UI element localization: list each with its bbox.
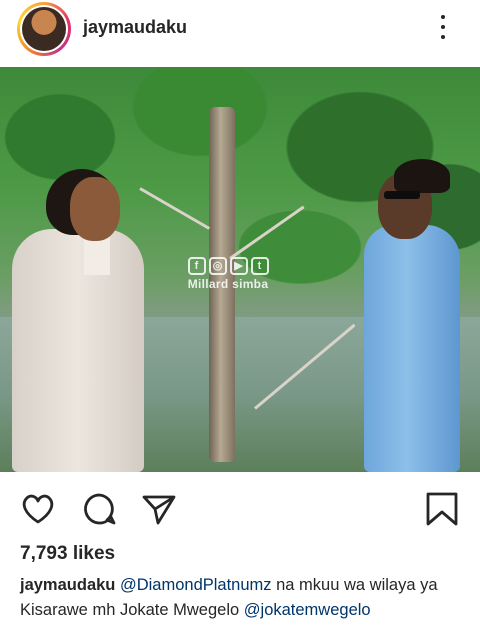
woman-figure — [12, 229, 144, 472]
post-header: jaymaudaku — [0, 0, 480, 64]
mention-link[interactable]: @DiamondPlatnumz — [120, 576, 272, 594]
post-image[interactable]: f ◎ ▶ t Millard simba — [0, 67, 480, 472]
comment-icon[interactable] — [80, 490, 118, 528]
woman-face — [70, 177, 120, 241]
avatar[interactable] — [20, 5, 68, 53]
facebook-icon: f — [187, 257, 206, 275]
man-hair — [394, 159, 450, 193]
share-icon[interactable] — [140, 490, 178, 528]
post-caption: jaymaudaku @DiamondPlatnumz na mkuu wa w… — [20, 573, 470, 623]
action-bar — [0, 476, 480, 536]
post-username[interactable]: jaymaudaku — [83, 17, 187, 38]
woman-blouse — [84, 235, 110, 275]
more-options-icon[interactable] — [432, 12, 454, 42]
man-figure — [364, 225, 460, 472]
watermark-text: Millard simba — [187, 277, 269, 291]
twitter-icon: t — [250, 257, 269, 275]
watermark-icons: f ◎ ▶ t — [180, 257, 276, 275]
caption-username[interactable]: jaymaudaku — [20, 576, 115, 594]
heart-icon[interactable] — [19, 490, 57, 528]
instagram-icon: ◎ — [208, 257, 227, 275]
bookmark-icon[interactable] — [423, 490, 461, 528]
watermark: f ◎ ▶ t Millard simba — [180, 257, 276, 291]
story-ring[interactable] — [17, 2, 71, 56]
likes-count[interactable]: 7,793 likes — [20, 543, 115, 565]
avatar-image — [22, 7, 66, 51]
mention-link[interactable]: @jokatemwegelo — [244, 601, 371, 619]
sunglasses — [384, 191, 420, 199]
youtube-icon: ▶ — [229, 257, 248, 275]
